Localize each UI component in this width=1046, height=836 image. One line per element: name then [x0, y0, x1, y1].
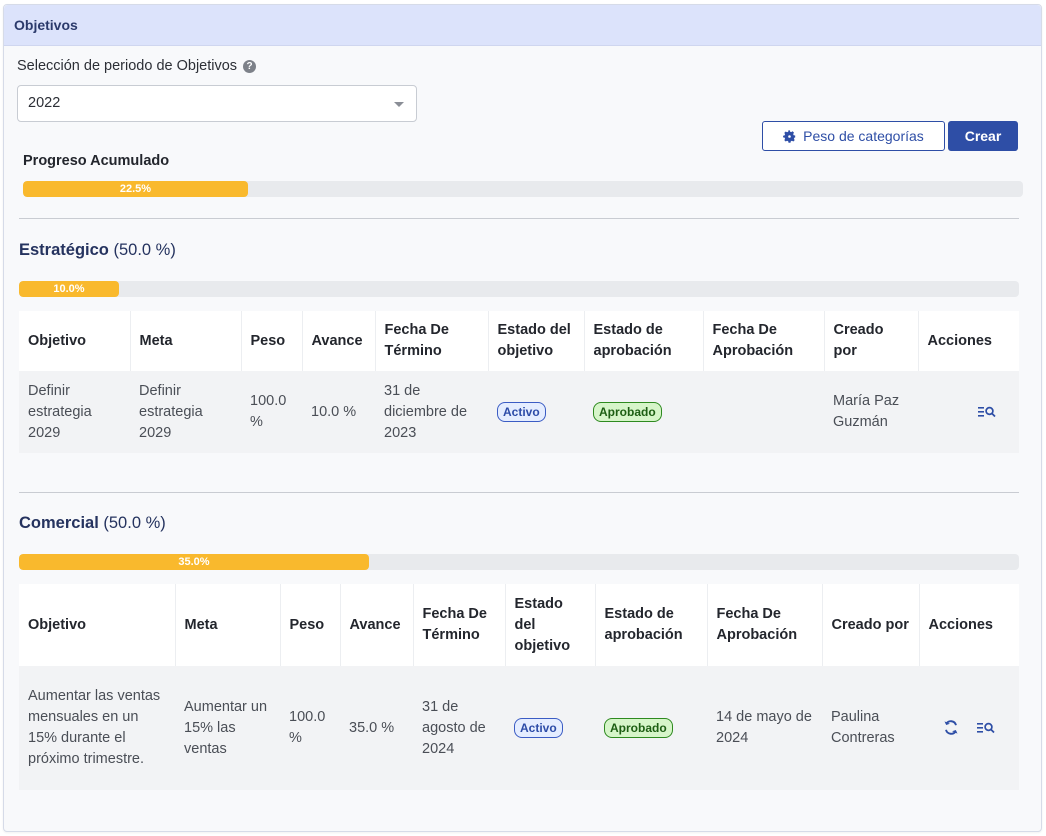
cell-meta: Aumentar un 15% las ventas — [175, 666, 280, 790]
divider — [19, 218, 1019, 219]
status-badge: Activo — [497, 401, 546, 422]
column-header[interactable]: Estado de aprobación — [595, 584, 708, 666]
column-header[interactable]: Creado por — [824, 311, 919, 371]
cell-avance: 10.0 % — [302, 371, 375, 453]
status-badge: Activo — [514, 717, 563, 738]
period-select-value: 2022 — [28, 95, 61, 111]
section-weight: (50.0 %) — [103, 514, 166, 532]
cell-estado-aprobacion: Aprobado — [595, 666, 707, 790]
view-details-icon[interactable] — [978, 406, 996, 418]
cell-objetivo: Aumentar las ventas mensuales en un 15% … — [19, 666, 175, 790]
cell-fecha-aprobacion: 14 de mayo de 2024 — [707, 666, 822, 790]
cell-creado-por: María Paz Guzmán — [824, 371, 918, 453]
cell-peso: 100.0 % — [280, 666, 340, 790]
column-header[interactable]: Objetivo — [19, 311, 131, 371]
objectives-table-estrategico: Objetivo Meta Peso Avance Fecha De Térmi… — [19, 311, 1019, 453]
table-row: Definir estrategia 2029 Definir estrateg… — [19, 371, 1019, 453]
column-header[interactable]: Fecha De Término — [413, 584, 506, 666]
section-name: Estratégico — [19, 241, 109, 259]
column-header[interactable]: Estado del objetivo — [488, 311, 585, 371]
cell-meta: Definir estrategia 2029 — [130, 371, 241, 453]
column-header[interactable]: Fecha De Aprobación — [703, 311, 825, 371]
column-header[interactable]: Meta — [130, 311, 242, 371]
section-name: Comercial — [19, 514, 99, 532]
cell-estado-objetivo: Activo — [505, 666, 595, 790]
table-header-row: Objetivo Meta Peso Avance Fecha De Térmi… — [19, 311, 1019, 371]
section-progress-bar: 35.0% — [19, 554, 1019, 570]
gear-icon — [783, 129, 796, 143]
cell-actions — [919, 666, 1019, 790]
card-title: Objetivos — [14, 17, 78, 33]
approval-badge: Aprobado — [593, 401, 662, 422]
cell-estado-aprobacion: Aprobado — [584, 371, 703, 453]
period-label: Selección de periodo de Objetivos ? — [17, 58, 257, 74]
section-weight: (50.0 %) — [113, 241, 176, 259]
section-title-comercial: Comercial (50.0 %) — [19, 514, 166, 533]
column-header[interactable]: Peso — [280, 584, 341, 666]
refresh-icon[interactable] — [943, 719, 959, 736]
column-header[interactable]: Fecha De Término — [375, 311, 489, 371]
table-row: Aumentar las ventas mensuales en un 15% … — [19, 666, 1019, 790]
cell-avance: 35.0 % — [340, 666, 413, 790]
cell-fecha-aprobacion — [703, 371, 824, 453]
cell-creado-por: Paulina Contreras — [822, 666, 919, 790]
question-circle-icon[interactable]: ? — [243, 59, 257, 73]
cell-estado-objetivo: Activo — [488, 371, 584, 453]
column-header: Acciones — [927, 332, 992, 349]
approval-badge: Aprobado — [604, 717, 673, 738]
accumulated-progress-fill: 22.5% — [23, 181, 248, 197]
cell-fecha-termino: 31 de agosto de 2024 — [413, 666, 505, 790]
cell-fecha-termino: 31 de diciembre de 2023 — [375, 371, 488, 453]
section-title-estrategico: Estratégico (50.0 %) — [19, 241, 176, 260]
period-select[interactable]: 2022 — [17, 85, 417, 122]
category-weights-label: Peso de categorías — [803, 128, 924, 144]
column-header[interactable]: Avance — [340, 584, 414, 666]
column-header[interactable]: Peso — [241, 311, 303, 371]
period-label-text: Selección de periodo de Objetivos — [17, 58, 238, 74]
column-header[interactable]: Fecha De Aprobación — [707, 584, 823, 666]
column-header[interactable]: Avance — [302, 311, 376, 371]
cell-actions — [918, 371, 1019, 453]
column-header[interactable]: Creado por — [822, 584, 920, 666]
section-progress-fill: 10.0% — [19, 281, 119, 297]
chevron-down-icon — [394, 102, 404, 107]
column-header[interactable]: Estado de aprobación — [584, 311, 704, 371]
create-button[interactable]: Crear — [948, 121, 1018, 151]
divider — [19, 492, 1019, 493]
column-header: Acciones — [928, 616, 993, 633]
table-header-row: Objetivo Meta Peso Avance Fecha De Térmi… — [19, 584, 1019, 666]
accumulated-progress-title: Progreso Acumulado — [23, 153, 170, 169]
section-progress-fill: 35.0% — [19, 554, 369, 570]
section-progress-bar: 10.0% — [19, 281, 1019, 297]
cell-peso: 100.0 % — [241, 371, 302, 453]
category-weights-button[interactable]: Peso de categorías — [762, 121, 945, 151]
column-header[interactable]: Meta — [175, 584, 281, 666]
accumulated-progress-bar: 22.5% — [23, 181, 1023, 197]
card-header: Objetivos — [4, 5, 1041, 46]
view-details-icon[interactable] — [977, 722, 995, 734]
column-header[interactable]: Objetivo — [19, 584, 176, 666]
column-header[interactable]: Estado del objetivo — [505, 584, 596, 666]
objectives-table-comercial: Objetivo Meta Peso Avance Fecha De Térmi… — [19, 584, 1019, 790]
cell-objetivo: Definir estrategia 2029 — [19, 371, 130, 453]
